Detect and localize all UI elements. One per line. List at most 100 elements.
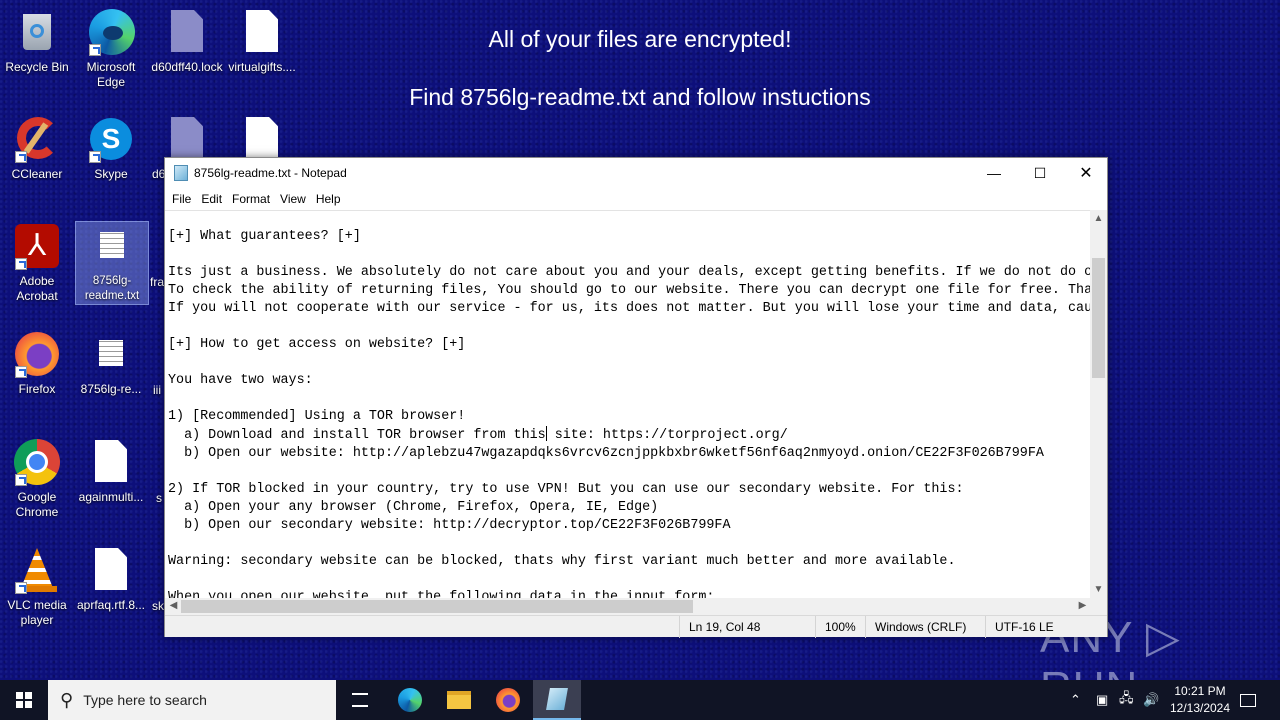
desktop-icon-label-partial[interactable]: iii: [153, 383, 161, 397]
text-line: [168, 390, 1091, 408]
title-bar[interactable]: 8756lg-readme.txt - Notepad: [165, 158, 1107, 188]
task-view-icon: [352, 693, 368, 707]
notepad-icon: [174, 165, 188, 181]
encoding: UTF-16 LE: [995, 620, 1054, 634]
clock-date: 12/13/2024: [1169, 701, 1231, 715]
close-button[interactable]: ✕: [1063, 158, 1109, 188]
horizontal-scrollbar[interactable]: ◀ ▶: [165, 598, 1091, 615]
text-line: a) Open your any browser (Chrome, Firefo…: [168, 500, 659, 515]
text-file-icon: [87, 330, 135, 378]
tray-meet-now[interactable]: ▣: [1096, 680, 1108, 720]
desktop-icon-virtualgifts[interactable]: virtualgifts....: [225, 8, 299, 75]
desktop-icon-firefox[interactable]: Firefox: [0, 330, 74, 397]
shortcut-arrow-icon: [89, 44, 101, 56]
scroll-up-icon[interactable]: ▲: [1090, 213, 1107, 224]
task-view-button[interactable]: [336, 680, 384, 720]
chrome-icon: [13, 438, 61, 486]
text-line: [+] What guarantees? [+]: [168, 229, 361, 244]
shortcut-arrow-icon: [89, 151, 101, 163]
chevron-up-icon: ⌃: [1070, 692, 1081, 707]
status-bar: Ln 19, Col 48 100% Windows (CRLF) UTF-16…: [165, 615, 1107, 638]
vlc-icon: [13, 546, 61, 594]
firefox-icon: [496, 688, 520, 712]
menu-help[interactable]: Help: [316, 192, 349, 206]
shortcut-arrow-icon: [15, 474, 27, 486]
horizontal-scroll-thumb[interactable]: [181, 600, 693, 613]
file-icon: [87, 438, 135, 486]
show-hidden-icons[interactable]: ⌃: [1070, 680, 1081, 720]
cursor-position: Ln 19, Col 48: [689, 620, 761, 634]
text-editor[interactable]: [+] What guarantees? [+] Its just a busi…: [165, 210, 1091, 598]
text-line: [168, 463, 1091, 481]
text-file-icon: [88, 222, 136, 270]
text-line: 2) If TOR blocked in your country, try t…: [168, 482, 964, 497]
minimize-button[interactable]: —: [971, 158, 1017, 188]
search-icon: ⚲: [60, 689, 74, 710]
scroll-down-icon[interactable]: ▼: [1090, 584, 1107, 595]
text-line: You have two ways:: [168, 373, 313, 388]
menu-view[interactable]: View: [280, 192, 314, 206]
text-caret: [545, 426, 547, 441]
ransom-banner-instruction: Find 8756lg-readme.txt and follow instuc…: [409, 84, 871, 110]
desktop-icon-label-partial[interactable]: fra: [150, 275, 164, 289]
desktop-icon-againmulti[interactable]: againmulti...: [74, 438, 148, 505]
file-icon: [87, 546, 135, 594]
scroll-right-icon[interactable]: ▶: [1074, 600, 1091, 611]
start-button[interactable]: [0, 680, 48, 720]
shortcut-arrow-icon: [15, 151, 27, 163]
desktop-icon-vlc[interactable]: VLC media player: [0, 546, 74, 628]
desktop-icon-ccleaner[interactable]: CCleaner: [0, 115, 74, 182]
desktop-icon-readme-2[interactable]: 8756lg-re...: [74, 330, 148, 397]
recycle-bin-icon: [13, 8, 61, 56]
taskbar-search[interactable]: ⚲ Type here to search: [48, 680, 336, 720]
text-line: Its just a business. We absolutely do no…: [168, 265, 1091, 280]
text-line: If you will not cooperate with our servi…: [168, 301, 1091, 316]
notifications-button[interactable]: [1238, 680, 1258, 720]
vertical-scrollbar[interactable]: ▲ ▼: [1090, 210, 1107, 598]
text-line: [168, 246, 1091, 264]
menu-file[interactable]: File: [172, 192, 199, 206]
edge-icon: [398, 688, 422, 712]
document-text[interactable]: [+] What guarantees? [+] Its just a busi…: [165, 211, 1091, 598]
skype-icon: S: [87, 115, 135, 163]
taskbar-firefox[interactable]: [484, 680, 532, 720]
desktop-icon-google-chrome[interactable]: Google Chrome: [0, 438, 74, 520]
text-line: [168, 535, 1091, 553]
menu-edit[interactable]: Edit: [201, 192, 230, 206]
tray-network[interactable]: 🖧: [1119, 680, 1134, 720]
notification-icon: [1240, 693, 1256, 707]
clock-time: 10:21 PM: [1174, 684, 1226, 698]
desktop-icon-readme-selected[interactable]: 8756lg-readme.txt: [75, 221, 149, 305]
desktop-icon-label-partial[interactable]: sk: [152, 599, 164, 613]
text-line: When you open our website, put the follo…: [168, 590, 715, 598]
desktop-icon-aprfaq[interactable]: aprfaq.rtf.8...: [74, 546, 148, 613]
edge-icon: [87, 8, 135, 56]
camera-icon: ▣: [1096, 692, 1109, 707]
scroll-left-icon[interactable]: ◀: [165, 600, 182, 611]
taskbar-edge[interactable]: [386, 680, 434, 720]
maximize-button[interactable]: ☐: [1017, 158, 1063, 188]
text-line: 1) [Recommended] Using a TOR browser!: [168, 409, 466, 424]
acrobat-icon: ⅄: [13, 222, 61, 270]
desktop-icon-label-partial[interactable]: s: [156, 491, 162, 505]
text-line: b) Open our secondary website: http://de…: [168, 518, 731, 533]
network-icon: 🖧: [1119, 690, 1134, 705]
taskbar-clock[interactable]: 10:21 PM 12/13/2024: [1160, 683, 1240, 717]
taskbar-notepad[interactable]: [533, 680, 581, 720]
scrollbar-corner: [1090, 598, 1107, 615]
desktop-icon-recycle-bin[interactable]: Recycle Bin: [0, 8, 74, 75]
taskbar-file-explorer[interactable]: [435, 680, 483, 720]
window-title: 8756lg-readme.txt - Notepad: [194, 166, 347, 180]
desktop-icon-skype[interactable]: S Skype: [74, 115, 148, 182]
tray-volume[interactable]: 🔊: [1143, 680, 1159, 720]
desktop-icon-adobe-acrobat[interactable]: ⅄ Adobe Acrobat: [0, 222, 74, 304]
menu-format[interactable]: Format: [232, 192, 278, 206]
desktop-icon-microsoft-edge[interactable]: Microsoft Edge: [74, 8, 148, 90]
text-line: b) Open our website: http://aplebzu47wga…: [168, 446, 1044, 461]
vertical-scroll-thumb[interactable]: [1092, 258, 1105, 378]
volume-icon: 🔊: [1143, 692, 1160, 707]
lock-file-icon: [163, 115, 211, 163]
text-line: [168, 571, 1091, 589]
desktop-icon-lock-file[interactable]: d60dff40.lock: [150, 8, 224, 75]
text-line: To check the ability of returning files,…: [168, 283, 1091, 298]
